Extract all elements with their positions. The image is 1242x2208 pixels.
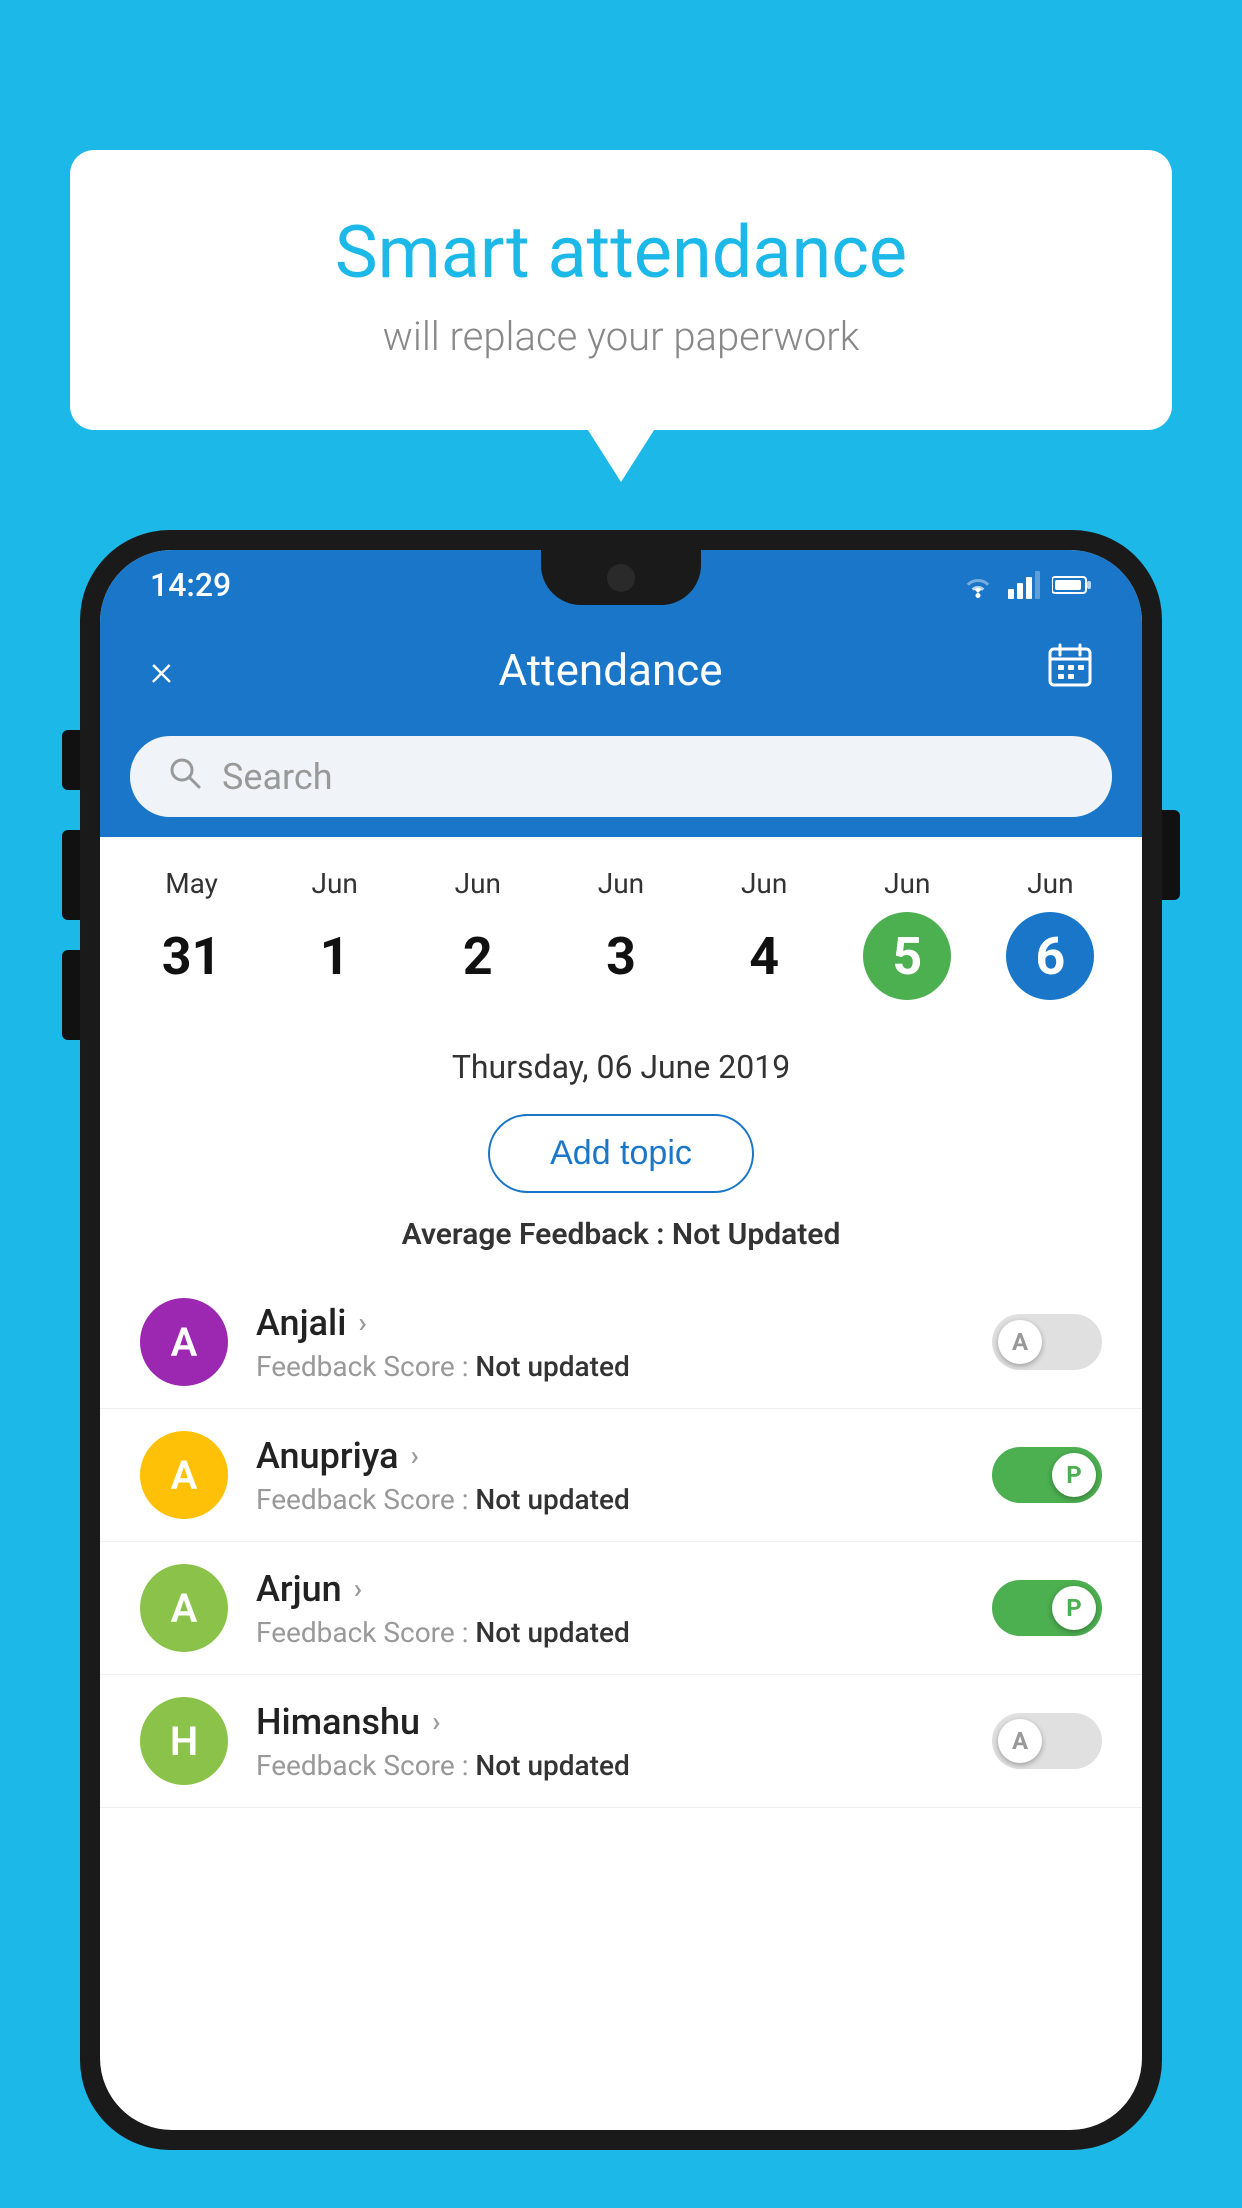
search-bar[interactable]: Search [130, 736, 1112, 817]
student-info: Arjun › Feedback Score : Not updated [256, 1568, 964, 1649]
student-avatar: A [140, 1431, 228, 1519]
phone-notch [541, 550, 701, 605]
phone-frame: 14:29 [80, 530, 1162, 2208]
toggle-knob: P [1052, 1453, 1096, 1497]
student-feedback: Feedback Score : Not updated [256, 1483, 964, 1516]
phone-btn-right [1162, 810, 1180, 900]
selected-date-label: Thursday, 06 June 2019 [100, 1020, 1142, 1102]
toggle-knob: A [998, 1719, 1042, 1763]
attendance-toggle[interactable]: P [992, 1447, 1102, 1503]
day-month: Jun [312, 867, 358, 900]
chevron-icon: › [432, 1705, 440, 1738]
status-time: 14:29 [150, 566, 231, 604]
app-header: × Attendance [100, 620, 1142, 720]
chevron-icon: › [411, 1439, 419, 1472]
speech-bubble-container: Smart attendance will replace your paper… [70, 150, 1172, 430]
day-number: 5 [863, 912, 951, 1000]
header-title: Attendance [498, 644, 722, 696]
day-number: 2 [434, 912, 522, 1000]
bubble-subtitle: will replace your paperwork [150, 313, 1092, 360]
day-month: Jun [598, 867, 644, 900]
student-list: AAnjali ›Feedback Score : Not updatedAAA… [100, 1276, 1142, 1808]
phone-btn-left-bot [62, 950, 80, 1040]
calendar-day-4[interactable]: Jun 4 [709, 867, 819, 1000]
student-info: Himanshu › Feedback Score : Not updated [256, 1701, 964, 1782]
student-info: Anjali › Feedback Score : Not updated [256, 1302, 964, 1383]
calendar-day-5[interactable]: Jun 5 [852, 867, 962, 1000]
student-item[interactable]: A Anjali › Feedback Score : Not updated A [100, 1276, 1142, 1409]
calendar-day-3[interactable]: Jun 3 [566, 867, 676, 1000]
phone-btn-left-top [62, 730, 80, 790]
add-topic-button[interactable]: Add topic [488, 1114, 754, 1193]
day-number: 3 [577, 912, 665, 1000]
day-number: 6 [1006, 912, 1094, 1000]
day-number: 1 [291, 912, 379, 1000]
toggle-knob: A [998, 1320, 1042, 1364]
student-name: Anjali › [256, 1302, 964, 1344]
battery-icon [1052, 574, 1092, 596]
student-avatar: A [140, 1298, 228, 1386]
attendance-toggle[interactable]: A [992, 1713, 1102, 1769]
avg-feedback-label: Average Feedback : [402, 1217, 665, 1252]
student-name: Anupriya › [256, 1435, 964, 1477]
attendance-toggle[interactable]: P [992, 1580, 1102, 1636]
student-item[interactable]: A Arjun › Feedback Score : Not updated P [100, 1542, 1142, 1675]
student-avatar: H [140, 1697, 228, 1785]
student-feedback: Feedback Score : Not updated [256, 1616, 964, 1649]
bubble-title: Smart attendance [150, 210, 1092, 295]
toggle-switch[interactable]: A [992, 1713, 1102, 1769]
day-month: Jun [884, 867, 930, 900]
student-feedback: Feedback Score : Not updated [256, 1350, 964, 1383]
chevron-icon: › [358, 1306, 366, 1339]
student-name: Arjun › [256, 1568, 964, 1610]
phone-inner: 14:29 [100, 550, 1142, 2130]
search-placeholder: Search [222, 756, 333, 798]
chevron-icon: › [354, 1572, 362, 1605]
close-button[interactable]: × [150, 644, 173, 696]
calendar-day-1[interactable]: Jun 1 [280, 867, 390, 1000]
student-info: Anupriya › Feedback Score : Not updated [256, 1435, 964, 1516]
calendar-icon[interactable] [1048, 643, 1092, 697]
calendar-strip: May 31 Jun 1 Jun 2 Jun 3 Jun 4 Jun 5 Jun 6 [100, 837, 1142, 1020]
speech-bubble: Smart attendance will replace your paper… [70, 150, 1172, 430]
student-item[interactable]: A Anupriya › Feedback Score : Not updated P [100, 1409, 1142, 1542]
search-icon [166, 754, 202, 799]
avg-feedback: Average Feedback : Not Updated [100, 1217, 1142, 1276]
add-topic-container: Add topic [100, 1102, 1142, 1217]
toggle-switch[interactable]: P [992, 1447, 1102, 1503]
student-avatar: A [140, 1564, 228, 1652]
calendar-day-31[interactable]: May 31 [137, 867, 247, 1000]
avg-feedback-value: Not Updated [672, 1217, 840, 1252]
day-month: Jun [455, 867, 501, 900]
day-month: Jun [1027, 867, 1073, 900]
phone-outer: 14:29 [80, 530, 1162, 2150]
day-month: May [165, 867, 218, 900]
student-name: Himanshu › [256, 1701, 964, 1743]
toggle-switch[interactable]: P [992, 1580, 1102, 1636]
toggle-knob: P [1052, 1586, 1096, 1630]
student-item[interactable]: H Himanshu › Feedback Score : Not updated A [100, 1675, 1142, 1808]
signal-icon [1008, 571, 1040, 599]
day-number: 4 [720, 912, 808, 1000]
calendar-day-6[interactable]: Jun 6 [995, 867, 1105, 1000]
attendance-toggle[interactable]: A [992, 1314, 1102, 1370]
student-feedback: Feedback Score : Not updated [256, 1749, 964, 1782]
status-icons [960, 571, 1092, 599]
toggle-switch[interactable]: A [992, 1314, 1102, 1370]
day-month: Jun [741, 867, 787, 900]
wifi-icon [960, 571, 996, 599]
search-bar-container: Search [100, 720, 1142, 837]
phone-btn-left-mid [62, 830, 80, 920]
day-number: 31 [148, 912, 236, 1000]
calendar-day-2[interactable]: Jun 2 [423, 867, 533, 1000]
front-camera [607, 564, 635, 592]
